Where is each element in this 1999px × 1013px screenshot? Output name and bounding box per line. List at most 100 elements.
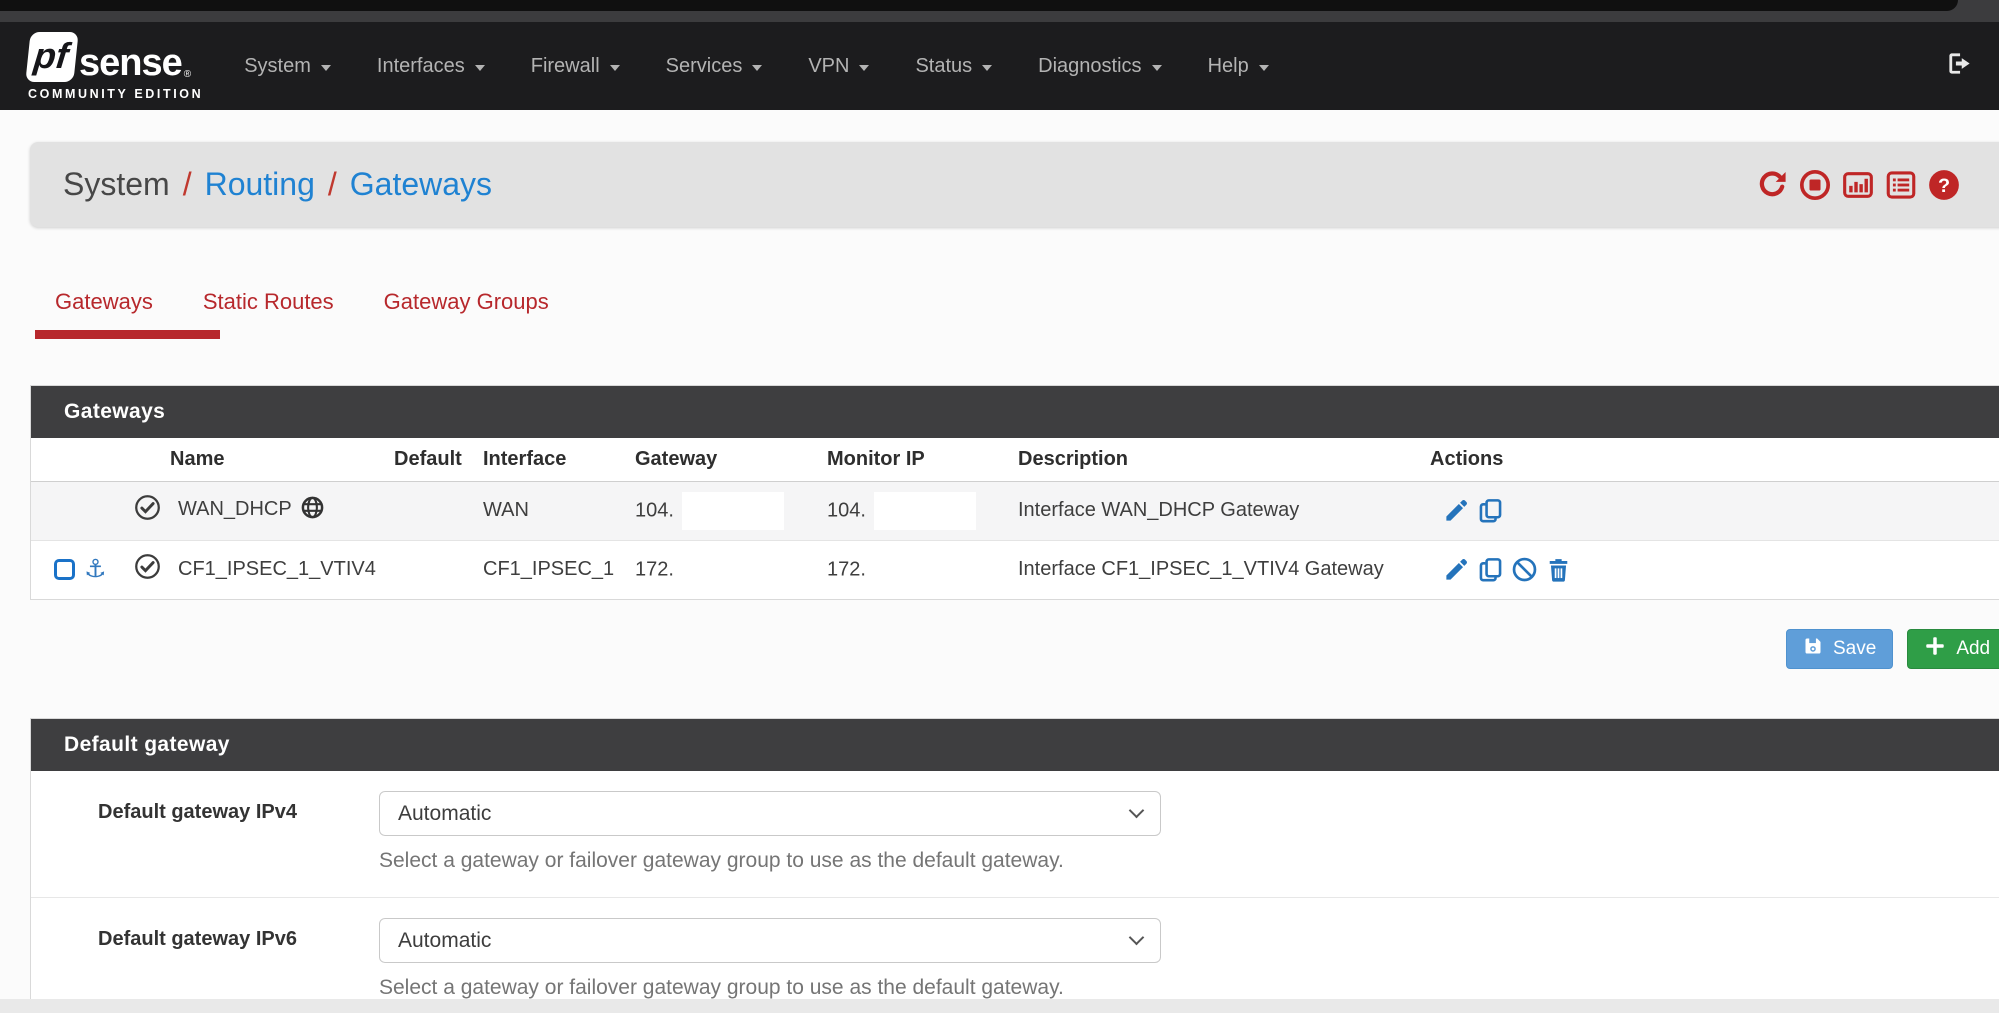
menu-help[interactable]: Help xyxy=(1185,22,1292,110)
gateway-enabled-icon xyxy=(134,563,161,585)
field-row-ipv6: Default gateway IPv6 Automatic Select a … xyxy=(31,897,1999,1006)
menu-interfaces[interactable]: Interfaces xyxy=(354,22,508,110)
status-cell xyxy=(126,540,170,599)
col-interface: Interface xyxy=(475,438,627,481)
field-help-text: Select a gateway or failover gateway gro… xyxy=(379,976,1161,1000)
row-select-checkbox[interactable] xyxy=(54,559,75,580)
col-status xyxy=(126,438,170,481)
handles-cell: ⚓ xyxy=(31,540,126,599)
col-actions: Actions xyxy=(1422,438,1999,481)
tab-gateway-groups[interactable]: Gateway Groups xyxy=(359,281,574,339)
breadcrumb-section: System xyxy=(63,166,170,203)
gateway-enabled-icon xyxy=(134,504,161,526)
breadcrumb-link-routing[interactable]: Routing xyxy=(205,166,315,203)
copy-icon[interactable] xyxy=(1477,497,1504,524)
chevron-down-icon xyxy=(1129,930,1145,946)
gateways-panel-title: Gateways xyxy=(31,386,1999,438)
save-button-label: Save xyxy=(1833,638,1876,660)
gateway-cell: 104. xyxy=(627,481,819,540)
edit-icon[interactable] xyxy=(1443,497,1470,524)
col-description: Description xyxy=(1010,438,1422,481)
col-monitor-ip: Monitor IP xyxy=(819,438,1010,481)
pfsense-logo[interactable]: pf sense ® COMMUNITY EDITION xyxy=(28,32,203,101)
field-control: Automatic Select a gateway or failover g… xyxy=(379,791,1161,873)
gateway-ip: 172. xyxy=(635,558,674,580)
table-header-row: Name Default Interface Gateway Monitor I… xyxy=(31,438,1999,481)
edit-icon[interactable] xyxy=(1443,556,1470,583)
interface-cell: CF1_IPSEC_1 xyxy=(475,540,627,599)
handles-cell xyxy=(31,481,126,540)
redaction-box xyxy=(874,492,976,530)
log-list-icon[interactable] xyxy=(1884,168,1918,202)
menu-vpn-label: VPN xyxy=(808,55,849,78)
default-gateway-ipv4-select[interactable]: Automatic xyxy=(379,791,1161,836)
chevron-down-icon xyxy=(1152,65,1162,71)
redaction-box xyxy=(682,551,784,589)
menu-status[interactable]: Status xyxy=(892,22,1015,110)
monitor-cell: 104. xyxy=(819,481,1010,540)
window-title-strip xyxy=(0,0,1958,11)
redaction-box xyxy=(682,492,784,530)
name-cell: WAN_DHCP xyxy=(170,481,386,540)
breadcrumb-link-gateways[interactable]: Gateways xyxy=(350,166,492,203)
main-menu: System Interfaces Firewall Services VPN … xyxy=(221,22,1291,110)
sign-out-button[interactable] xyxy=(1946,50,1973,82)
monitor-cell: 172. xyxy=(819,540,1010,599)
breadcrumb-actions: ? xyxy=(1755,142,1961,227)
table-buttons: Save Add xyxy=(1786,629,1999,669)
save-icon xyxy=(1803,636,1823,662)
page-bottom-strip xyxy=(0,999,1999,1013)
chevron-down-icon xyxy=(982,65,992,71)
actions-cell xyxy=(1422,540,1999,599)
col-default: Default xyxy=(386,438,475,481)
menu-help-label: Help xyxy=(1208,55,1249,78)
chevron-down-icon xyxy=(475,65,485,71)
gateways-table: Name Default Interface Gateway Monitor I… xyxy=(31,438,1999,599)
tab-gateways[interactable]: Gateways xyxy=(30,281,178,339)
save-button[interactable]: Save xyxy=(1786,629,1893,669)
field-row-ipv4: Default gateway IPv4 Automatic Select a … xyxy=(31,771,1999,897)
chevron-down-icon xyxy=(752,65,762,71)
delete-icon[interactable] xyxy=(1545,556,1572,583)
logo-row: pf sense ® xyxy=(28,32,203,82)
disable-icon[interactable] xyxy=(1511,556,1538,583)
menu-services[interactable]: Services xyxy=(643,22,786,110)
default-gateway-panel-title: Default gateway xyxy=(31,719,1999,771)
menu-interfaces-label: Interfaces xyxy=(377,55,465,78)
default-gateway-ipv4-label: Default gateway IPv4 xyxy=(31,791,379,873)
tab-static-routes[interactable]: Static Routes xyxy=(178,281,359,339)
copy-icon[interactable] xyxy=(1477,556,1504,583)
breadcrumb: System / Routing / Gateways ? xyxy=(30,142,1999,227)
bar-chart-icon[interactable] xyxy=(1841,168,1875,202)
field-control: Automatic Select a gateway or failover g… xyxy=(379,918,1161,1000)
table-row: ⚓ CF1_IPSEC_1_VTIV4 CF1_IPSEC_1 172. 172… xyxy=(31,540,1999,599)
default-gateway-globe-icon xyxy=(300,495,325,526)
col-name: Name xyxy=(170,438,386,481)
refresh-icon[interactable] xyxy=(1755,168,1789,202)
selected-value: Automatic xyxy=(398,929,491,953)
anchor-icon: ⚓ xyxy=(84,557,106,582)
table-row: WAN_DHCP WAN 104. 104. Interface WAN_DHC… xyxy=(31,481,1999,540)
menu-vpn[interactable]: VPN xyxy=(785,22,892,110)
logo-sense-text: sense xyxy=(79,44,182,82)
chevron-down-icon xyxy=(859,65,869,71)
help-icon[interactable]: ? xyxy=(1927,168,1961,202)
menu-firewall-label: Firewall xyxy=(531,55,600,78)
default-gateway-panel: Default gateway Default gateway IPv4 Aut… xyxy=(30,718,1999,1007)
logo-tagline: COMMUNITY EDITION xyxy=(28,87,203,101)
interface-cell: WAN xyxy=(475,481,627,540)
menu-firewall[interactable]: Firewall xyxy=(508,22,643,110)
plus-icon xyxy=(1924,635,1946,663)
description-cell: Interface CF1_IPSEC_1_VTIV4 Gateway xyxy=(1010,540,1422,599)
breadcrumb-separator: / xyxy=(183,166,192,203)
actions-cell xyxy=(1422,481,1999,540)
stop-icon[interactable] xyxy=(1798,168,1832,202)
add-button[interactable]: Add xyxy=(1907,629,1999,669)
chevron-down-icon xyxy=(1129,803,1145,819)
menu-system[interactable]: System xyxy=(221,22,354,110)
monitor-ip: 104. xyxy=(827,499,866,521)
gateway-name: WAN_DHCP xyxy=(178,498,292,520)
menu-diagnostics[interactable]: Diagnostics xyxy=(1015,22,1184,110)
default-gateway-ipv6-select[interactable]: Automatic xyxy=(379,918,1161,963)
chevron-down-icon xyxy=(321,65,331,71)
